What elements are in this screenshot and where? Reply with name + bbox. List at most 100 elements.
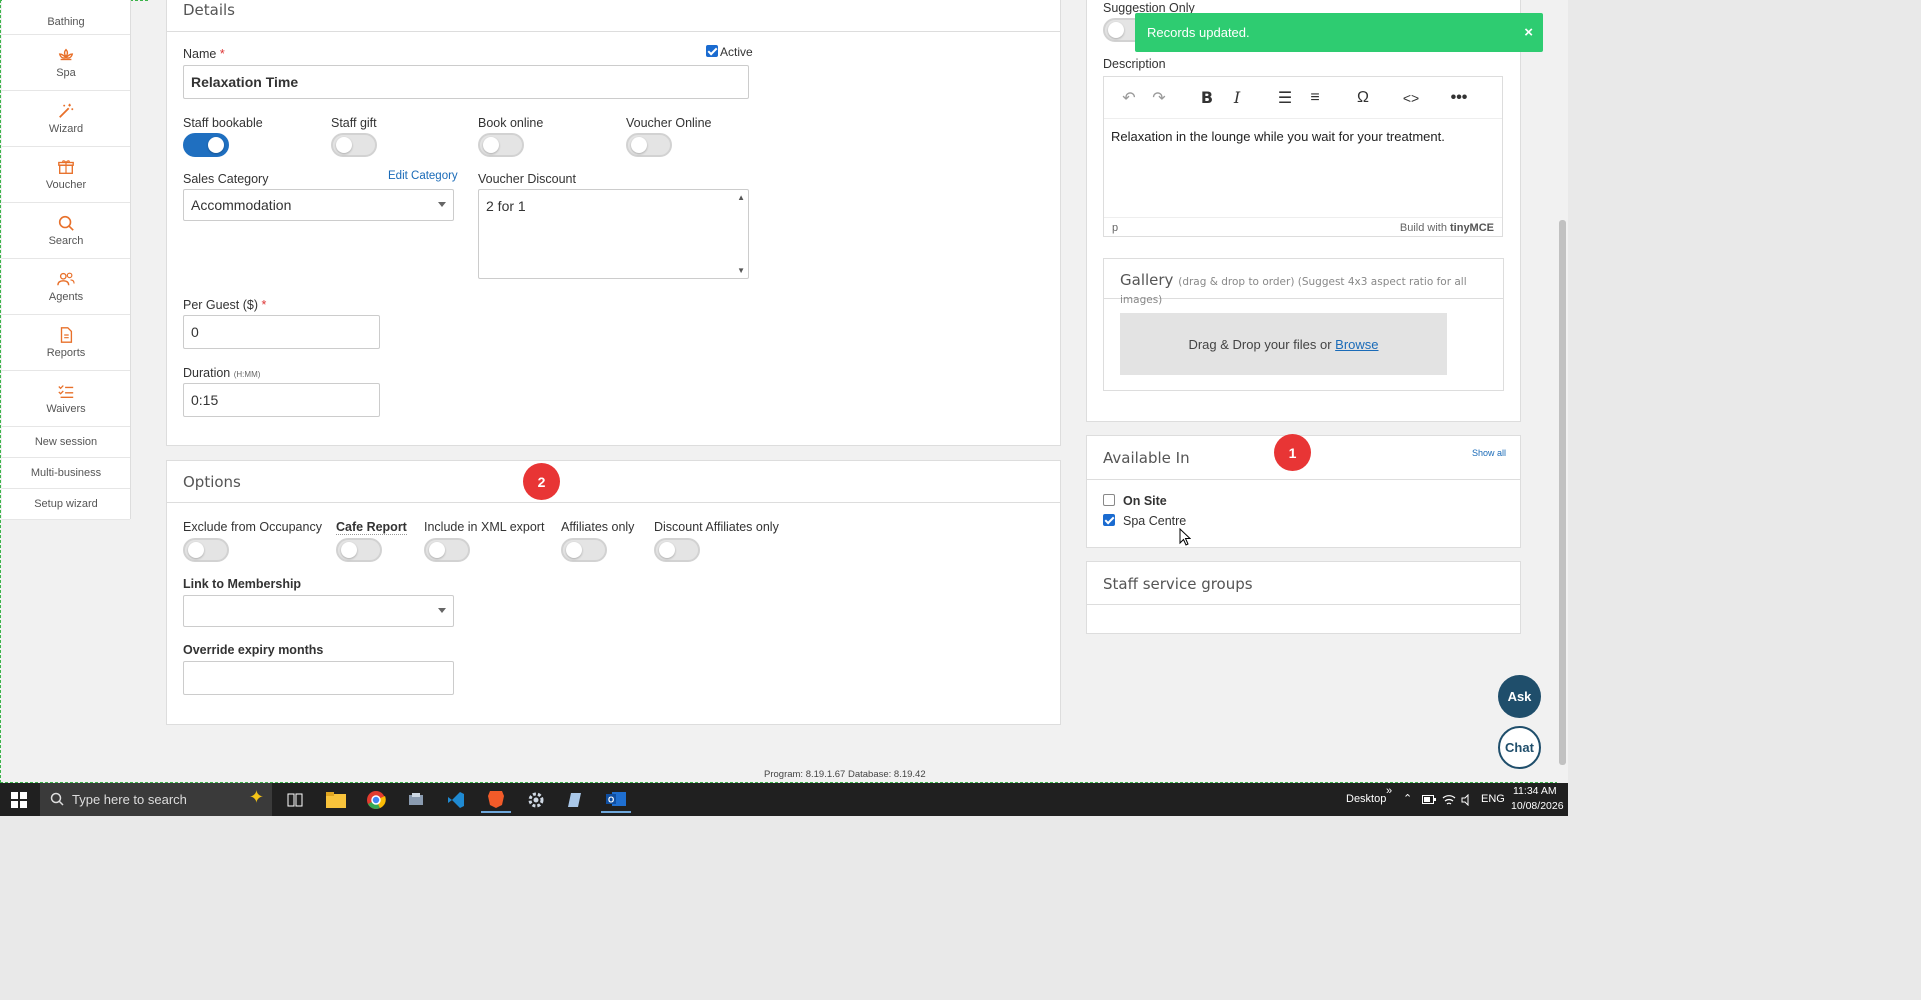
- sidebar-link-new-session[interactable]: New session: [2, 427, 130, 458]
- expiry-label: Override expiry months: [183, 643, 324, 657]
- membership-label: Link to Membership: [183, 577, 302, 591]
- description-text[interactable]: Relaxation in the lounge while you wait …: [1104, 119, 1502, 217]
- sidebar-item-reports[interactable]: Reports: [2, 315, 130, 371]
- affiliates-only-label: Affiliates only: [561, 520, 635, 534]
- chevron-up-icon[interactable]: ⌃: [1403, 792, 1412, 805]
- bold-icon[interactable]: B: [1192, 83, 1222, 113]
- discount-affiliates-toggle[interactable]: [654, 538, 700, 562]
- voucher-discount-textarea[interactable]: 2 for 1 ▲ ▼: [478, 189, 749, 279]
- book-online-label: Book online: [478, 116, 544, 130]
- dropzone[interactable]: Drag & Drop your files or Browse: [1120, 313, 1447, 375]
- code-icon[interactable]: <>: [1396, 83, 1426, 113]
- exclude-occupancy-label: Exclude from Occupancy: [183, 520, 322, 534]
- description-editor: ↶ ↷ B I ☰ ≡ Ω <> ••• Relaxation in the l…: [1103, 76, 1503, 237]
- sidebar-item-label: Bathing: [47, 16, 85, 28]
- staff-gift-label: Staff gift: [331, 116, 377, 130]
- sales-category-value: Accommodation: [191, 197, 292, 213]
- staff-bookable-label: Staff bookable: [183, 116, 263, 130]
- book-online-toggle[interactable]: [478, 133, 524, 157]
- dropzone-text: Drag & Drop your files or: [1188, 336, 1332, 352]
- search-icon: [58, 215, 74, 231]
- sidebar-item-spa[interactable]: Spa: [2, 35, 130, 91]
- undo-icon[interactable]: ↶: [1114, 83, 1144, 113]
- scroll-up-icon: ▲: [737, 193, 745, 202]
- toast-notification: Records updated. ×: [1135, 13, 1543, 52]
- active-checkbox[interactable]: [706, 45, 718, 57]
- sidebar: Bathing Spa Wizard Voucher Search Agents…: [2, 0, 131, 520]
- staff-groups-card: Staff service groups: [1086, 561, 1521, 634]
- special-character-icon[interactable]: Ω: [1348, 83, 1378, 113]
- exclude-occupancy-toggle[interactable]: [183, 538, 229, 562]
- file-explorer-icon[interactable]: [321, 787, 351, 813]
- redo-icon[interactable]: ↷: [1144, 83, 1174, 113]
- staff-groups-title: Staff service groups: [1087, 562, 1520, 605]
- sidebar-item-bathing[interactable]: Bathing: [2, 0, 130, 35]
- outlook-icon[interactable]: O: [601, 787, 631, 813]
- chevron-right-icon[interactable]: »: [1386, 785, 1392, 797]
- ask-button[interactable]: Ask: [1498, 675, 1541, 718]
- taskbar-time[interactable]: 11:34 AM: [1513, 785, 1557, 797]
- scrollbar-thumb[interactable]: [1559, 220, 1566, 765]
- show-all-link[interactable]: Show all: [1472, 448, 1506, 458]
- annotation-badge-1: 1: [1274, 434, 1311, 471]
- page-scrollbar[interactable]: [1557, 0, 1568, 783]
- voucher-online-label: Voucher Online: [626, 116, 712, 130]
- close-icon[interactable]: ×: [1524, 24, 1533, 41]
- description-label: Description: [1103, 57, 1166, 71]
- voucher-discount-value: 2 for 1: [486, 198, 526, 214]
- sales-category-select[interactable]: Accommodation: [183, 189, 454, 221]
- taskbar-desktop-label[interactable]: Desktop: [1346, 793, 1386, 805]
- taskbar-search[interactable]: Type here to search ✦: [40, 783, 272, 816]
- discount-affiliates-label: Discount Affiliates only: [654, 520, 779, 534]
- italic-icon[interactable]: I: [1222, 83, 1252, 113]
- sidebar-link-setup-wizard[interactable]: Setup wizard: [2, 489, 130, 520]
- staff-bookable-toggle[interactable]: [183, 133, 229, 157]
- sidebar-link-multi-business[interactable]: Multi-business: [2, 458, 130, 489]
- voucher-online-toggle[interactable]: [626, 133, 672, 157]
- name-label: Name *: [183, 47, 225, 61]
- task-view-icon[interactable]: [280, 787, 310, 813]
- brave-browser-icon[interactable]: [481, 787, 511, 813]
- document-icon: [60, 327, 73, 343]
- more-icon[interactable]: •••: [1444, 83, 1474, 113]
- settings-icon[interactable]: [521, 787, 551, 813]
- battery-icon: [1422, 795, 1436, 804]
- duration-input[interactable]: 0:15: [183, 383, 380, 417]
- name-input[interactable]: Relaxation Time: [183, 65, 749, 99]
- chat-button[interactable]: Chat: [1498, 726, 1541, 769]
- on-site-checkbox[interactable]: [1103, 494, 1115, 506]
- taskbar-date[interactable]: 10/08/2026: [1511, 800, 1564, 812]
- cafe-report-toggle[interactable]: [336, 538, 382, 562]
- sidebar-item-waivers[interactable]: Waivers: [2, 371, 130, 427]
- membership-select[interactable]: [183, 595, 454, 627]
- staff-gift-toggle[interactable]: [331, 133, 377, 157]
- xml-export-toggle[interactable]: [424, 538, 470, 562]
- expiry-input[interactable]: [183, 661, 454, 695]
- browse-link[interactable]: Browse: [1335, 337, 1378, 352]
- app-icon[interactable]: [401, 787, 431, 813]
- sidebar-item-label: Reports: [46, 347, 86, 359]
- sidebar-item-search[interactable]: Search: [2, 203, 130, 259]
- on-site-label: On Site: [1123, 494, 1167, 508]
- chrome-icon[interactable]: [361, 787, 391, 813]
- notepad-icon[interactable]: [561, 787, 591, 813]
- search-icon: [50, 792, 64, 806]
- per-guest-input[interactable]: 0: [183, 315, 380, 349]
- annotation-badge-2: 2: [523, 463, 560, 500]
- bullet-list-icon[interactable]: ☰: [1270, 83, 1300, 113]
- windows-taskbar: Type here to search ✦ O Desktop » ⌃ ENG …: [0, 783, 1568, 816]
- sidebar-item-voucher[interactable]: Voucher: [2, 147, 130, 203]
- sidebar-item-agents[interactable]: Agents: [2, 259, 130, 315]
- sidebar-item-wizard[interactable]: Wizard: [2, 91, 130, 147]
- affiliates-only-toggle[interactable]: [561, 538, 607, 562]
- svg-text:O: O: [608, 796, 614, 805]
- windows-start-icon[interactable]: [11, 792, 27, 808]
- edit-category-link[interactable]: Edit Category: [388, 170, 458, 182]
- numbered-list-icon[interactable]: ≡: [1300, 83, 1330, 113]
- spa-centre-checkbox[interactable]: [1103, 514, 1115, 526]
- available-in-title: Available In: [1103, 449, 1190, 467]
- gallery-card: Gallery (drag & drop to order) (Suggest …: [1103, 258, 1504, 391]
- vscode-icon[interactable]: [441, 787, 471, 813]
- taskbar-language[interactable]: ENG: [1481, 793, 1505, 805]
- details-title: Details: [167, 0, 1060, 32]
